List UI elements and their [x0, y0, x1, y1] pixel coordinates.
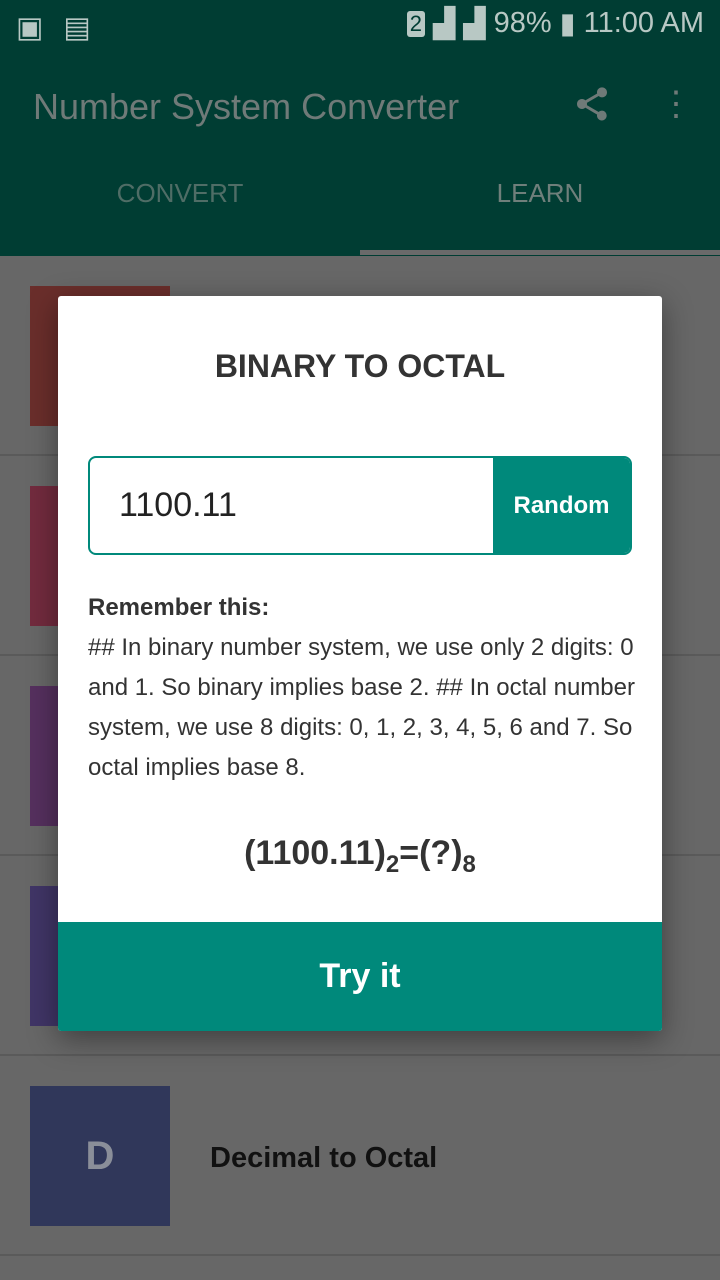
remember-text: ## In binary number system, we use only … — [88, 634, 635, 781]
gallery-notification-icon: ▣ — [16, 12, 44, 44]
battery-icon: ▮ — [559, 8, 576, 40]
formula-left: (1100.11) — [244, 834, 386, 872]
app-title: Number System Converter — [33, 86, 460, 127]
formula-base-from: 2 — [385, 850, 400, 878]
try-it-button[interactable]: Try it — [58, 922, 662, 1031]
status-bar: ▣ ▤ 2 ▟ ▟ 98% ▮ 11:00 AM — [0, 0, 720, 48]
list-item[interactable]: D Decimal to Octal — [0, 1056, 720, 1256]
share-icon[interactable] — [568, 80, 616, 128]
item-badge: D — [30, 1086, 170, 1226]
formula-mid: =(?) — [399, 834, 463, 872]
tab-indicator — [360, 250, 720, 255]
formula-base-to: 8 — [462, 850, 476, 878]
app-notification-icon: ▤ — [63, 12, 91, 44]
learn-dialog: BINARY TO OCTAL Random Remember this: ## … — [58, 296, 662, 1031]
item-label: Decimal to Octal — [210, 1142, 438, 1174]
battery-percent: 98% — [493, 7, 552, 39]
number-input[interactable] — [90, 458, 495, 553]
number-input-group: Random — [88, 456, 632, 555]
random-button[interactable]: Random — [493, 458, 630, 553]
remember-section: Remember this: ## In binary number system… — [88, 588, 638, 788]
remember-heading: Remember this: — [88, 594, 270, 621]
clock: 11:00 AM — [583, 7, 704, 39]
dialog-title: BINARY TO OCTAL — [214, 348, 506, 384]
signal-icon-2: ▟ — [463, 8, 486, 40]
tab-learn[interactable]: LEARN — [360, 178, 720, 209]
conversion-formula: (1100.11)2=(?)8 — [58, 834, 662, 879]
tab-convert[interactable]: CONVERT — [0, 178, 360, 209]
more-vert-icon[interactable]: ⋮ — [652, 80, 700, 128]
signal-icon: ▟ — [432, 8, 456, 40]
sim-icon: 2 — [406, 10, 425, 37]
app-bar: Number System Converter ⋮ CONVERT LEARN — [0, 48, 720, 256]
